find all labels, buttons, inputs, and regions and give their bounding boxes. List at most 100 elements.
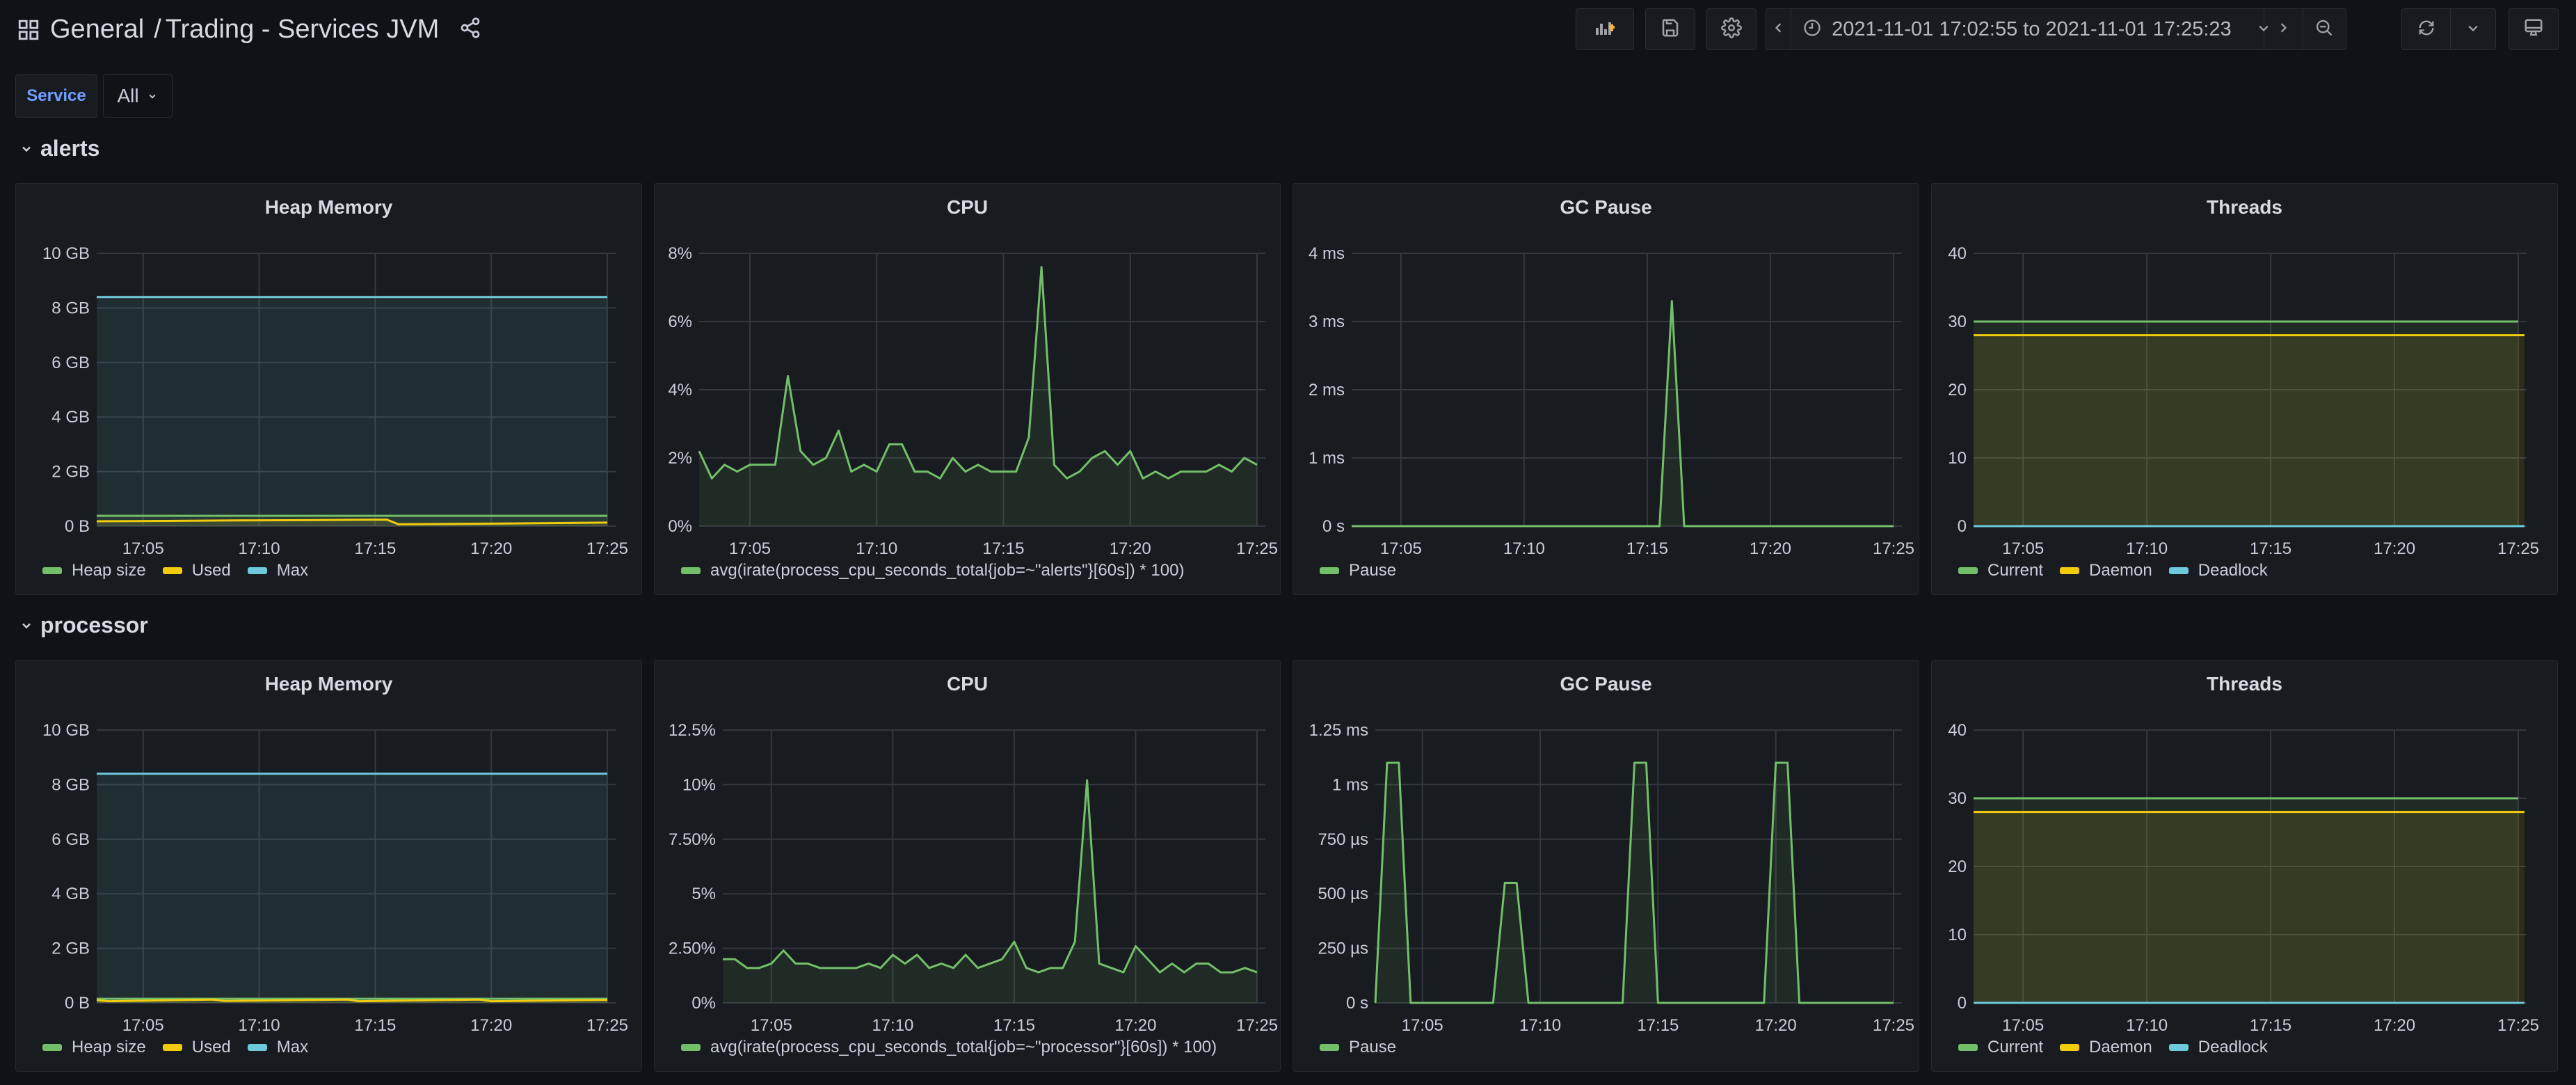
legend-item[interactable]: Current — [1958, 1038, 2043, 1057]
legend-item[interactable]: Used — [162, 561, 231, 580]
legend-swatch — [162, 567, 182, 574]
chart-alerts-heap[interactable]: 0 B 2 GB 4 GB 6 GB 8 GB 10 GB 17:05 17:10 17:15 1… — [16, 184, 643, 596]
series-line-avg-irate-process-cpu-seconds-[interactable] — [723, 779, 1258, 974]
panel-alerts-threads[interactable]: Threads 0 10 20 30 40 17:05 17:10 17:15 17:20 17:2… — [1931, 183, 2558, 595]
y-tick-label: 4 GB — [51, 885, 90, 903]
panel-alerts-gc[interactable]: GC Pause 0 s1 ms 2 ms 3 ms 4 ms 17:05 17:10 17:… — [1293, 183, 1919, 595]
legend-item[interactable]: avg(irate(process_cpu_seconds_total{job=… — [681, 1038, 1217, 1057]
y-tick-label: 0 B — [65, 994, 90, 1013]
dashboards-grid-icon[interactable] — [17, 18, 40, 42]
legend-label: Current — [1987, 1038, 2044, 1056]
x-tick-label: 17:15 — [2250, 1016, 2291, 1035]
y-tick-label: 1 ms — [1309, 449, 1345, 468]
time-range-label: 2021-11-01 17:02:55 to 2021-11-01 17:25:… — [1832, 17, 2232, 40]
y-tick-label: 6 GB — [51, 354, 90, 372]
x-tick-label: 17:10 — [239, 1016, 280, 1035]
chart-legend: Current Daemon Deadlock — [1958, 561, 2268, 580]
series-area-max — [97, 296, 607, 526]
refresh-button[interactable] — [2402, 9, 2451, 49]
x-tick-label: 17:10 — [856, 539, 897, 558]
x-tick-label: 17:20 — [1755, 1016, 1797, 1035]
x-tick-label: 17:25 — [1236, 539, 1278, 558]
row-header-processor[interactable]: processor — [19, 612, 148, 638]
time-shift-forward-button[interactable] — [2264, 9, 2303, 49]
breadcrumb-folder[interactable]: General — [50, 15, 144, 44]
y-tick-label: 6 GB — [51, 830, 90, 849]
legend-item[interactable]: Pause — [1320, 1038, 1396, 1057]
tv-mode-button[interactable] — [2509, 8, 2559, 50]
legend-item[interactable]: Max — [247, 561, 308, 580]
y-tick-label: 4% — [668, 381, 692, 399]
legend-label: Pause — [1349, 1038, 1397, 1056]
legend-item[interactable]: Max — [247, 1038, 309, 1057]
y-tick-label: 1 ms — [1332, 775, 1368, 794]
chart-legend: Heap size Used Max — [42, 1038, 308, 1057]
panel-alerts-cpu[interactable]: CPU 0% 2% 4% 6% 8% 17:05 17:10 17:15 17:20 17:25 av… — [654, 183, 1281, 595]
panel-processor-heap[interactable]: Heap Memory 0 B2 GB 4 GB 6 GB 8 GB 10 GB 17:05… — [15, 660, 642, 1072]
x-tick-label: 17:20 — [2374, 1016, 2415, 1035]
chart-alerts-threads[interactable]: 0 10 20 30 40 17:05 17:10 17:15 17:20 17:25 — [1932, 184, 2559, 596]
x-tick-label: 17:05 — [2002, 1016, 2044, 1035]
y-tick-label: 0% — [668, 517, 692, 536]
panel-processor-cpu[interactable]: CPU 0% 2.50% 5% 7.50% 10% 12.5% 17:05 17:10 17:15… — [654, 660, 1281, 1072]
series-line-used[interactable] — [96, 998, 608, 1003]
row-header-alerts[interactable]: alerts — [19, 136, 99, 161]
legend-label: Max — [276, 1038, 309, 1056]
legend-label: Daemon — [2089, 1038, 2152, 1056]
time-picker-button[interactable]: 2021-11-01 17:02:55 to 2021-11-01 17:25:… — [1791, 9, 2269, 49]
x-tick-label: 17:25 — [2497, 1016, 2539, 1035]
x-tick-label: 17:05 — [1402, 1016, 1443, 1035]
add-panel-button[interactable] — [1576, 8, 1634, 50]
chart-processor-cpu[interactable]: 0% 2.50% 5% 7.50% 10% 12.5% 17:05 17:10 17:15 17:… — [655, 660, 1281, 1072]
legend-item[interactable]: Daemon — [2060, 1038, 2152, 1057]
legend-item[interactable]: Deadlock — [2168, 1038, 2268, 1057]
legend-item[interactable]: avg(irate(process_cpu_seconds_total{job=… — [681, 561, 1184, 580]
chart-processor-gc[interactable]: 0 s 250 µs 500 µs 750 µs 1 ms 1.25 ms 17:05 17:… — [1293, 660, 1920, 1072]
legend-item[interactable]: Pause — [1320, 561, 1396, 580]
y-tick-label: 20 — [1948, 381, 1967, 399]
series-area-daemon — [1974, 335, 2525, 526]
legend-item[interactable]: Used — [162, 1038, 231, 1057]
legend-swatch — [247, 567, 267, 574]
legend-swatch — [1958, 1044, 1978, 1051]
legend-swatch — [1320, 1044, 1339, 1051]
dashboard-title[interactable]: Trading - Services JVM — [166, 15, 439, 44]
share-dashboard-icon[interactable] — [459, 14, 481, 47]
panel-processor-gc[interactable]: GC Pause 0 s 250 µs 500 µs 750 µs 1 ms 1.25 ms… — [1293, 660, 1919, 1072]
x-tick-label: 17:05 — [1380, 539, 1422, 558]
x-tick-label: 17:10 — [1503, 539, 1545, 558]
legend-swatch — [42, 567, 62, 574]
y-tick-label: 6% — [668, 312, 692, 331]
y-tick-label: 10 GB — [42, 244, 90, 263]
chart-processor-threads[interactable]: 0 10 20 30 40 17:05 17:10 17:15 17:20 17:25 — [1932, 660, 2559, 1072]
dashboard-settings-button[interactable] — [1706, 8, 1757, 50]
legend-item[interactable]: Deadlock — [2168, 561, 2268, 580]
y-tick-label: 2 GB — [51, 940, 90, 958]
y-tick-label: 40 — [1948, 721, 1967, 740]
x-tick-label: 17:25 — [1873, 539, 1914, 558]
chart-alerts-cpu[interactable]: 0% 2% 4% 6% 8% 17:05 17:10 17:15 17:20 17:25 — [655, 184, 1281, 596]
chart-alerts-gc[interactable]: 0 s 1 ms 2 ms 3 ms 4 ms 17:05 17:10 17:15 17:20 1… — [1293, 184, 1920, 596]
legend-swatch — [681, 567, 701, 574]
service-variable-select[interactable]: All — [103, 74, 173, 118]
legend-item[interactable]: Daemon — [2060, 561, 2152, 580]
y-tick-label: 8 GB — [51, 775, 90, 794]
series-line-pause[interactable] — [1352, 300, 1894, 528]
y-tick-label: 30 — [1948, 312, 1967, 331]
y-tick-label: 0 — [1958, 517, 1967, 536]
legend-item[interactable]: Heap size — [42, 561, 146, 580]
zoom-out-button[interactable] — [2303, 9, 2346, 49]
save-dashboard-button[interactable] — [1645, 8, 1695, 50]
legend-label: Used — [191, 1038, 231, 1056]
panel-processor-threads[interactable]: Threads 0 10 20 30 40 17:05 17:10 17:15 17:20 17:2… — [1931, 660, 2558, 1072]
chart-processor-heap[interactable]: 0 B 2 GB 4 GB 6 GB 8 GB 10 GB 17:05 17:10 17:15 1… — [16, 660, 643, 1072]
time-shift-back-button[interactable] — [1766, 9, 1792, 49]
add-panel-icon — [1594, 17, 1615, 42]
legend-label: Pause — [1349, 561, 1397, 580]
x-tick-label: 17:05 — [729, 539, 771, 558]
panel-alerts-heap[interactable]: Heap Memory 0 B2 GB 4 GB 6 GB 8 GB 10 GB 17:05… — [15, 183, 642, 595]
legend-item[interactable]: Current — [1958, 561, 2043, 580]
breadcrumb: General / Trading - Services JVM — [50, 13, 481, 47]
refresh-interval-button[interactable] — [2451, 9, 2495, 49]
legend-item[interactable]: Heap size — [42, 1038, 146, 1057]
